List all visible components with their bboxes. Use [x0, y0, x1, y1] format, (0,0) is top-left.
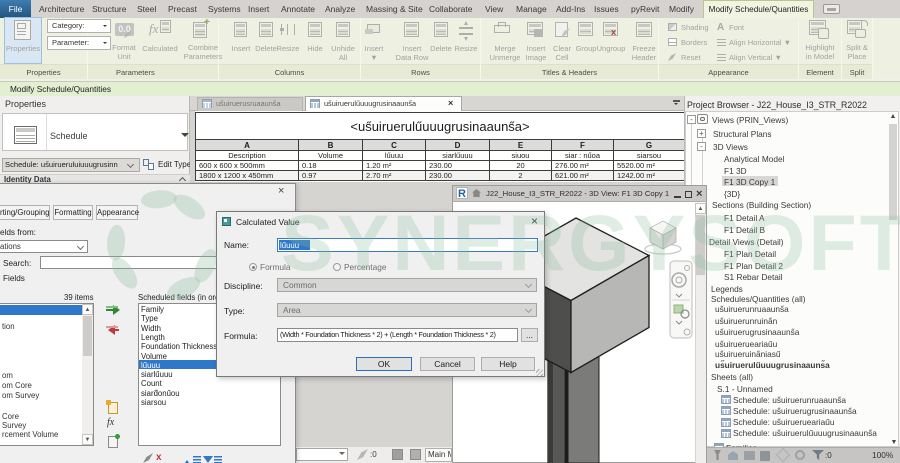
svg-text:SYNERGYSOFT: SYNERGYSOFT — [281, 198, 900, 287]
